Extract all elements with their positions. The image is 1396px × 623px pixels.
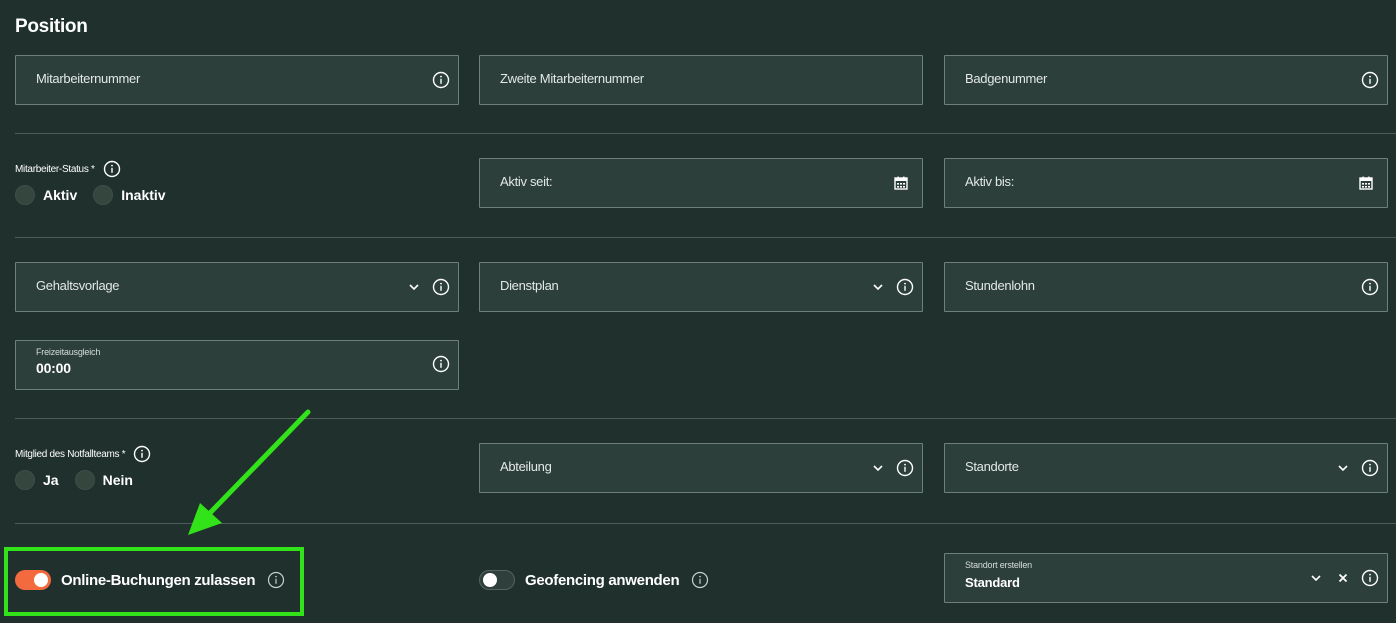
info-icon[interactable] — [1361, 459, 1379, 477]
stundenlohn-label: Stundenlohn — [965, 278, 1035, 293]
standort-erstellen-label: Standort erstellen — [965, 560, 1032, 570]
chevron-down-icon[interactable] — [1307, 569, 1325, 587]
notfallteam-label: Mitglied des Notfallteams * — [15, 445, 151, 463]
calendar-icon[interactable] — [1357, 174, 1375, 192]
notfallteam-radio-group: Ja Nein — [15, 470, 141, 490]
radio-ja-label: Ja — [43, 472, 59, 488]
info-icon[interactable] — [432, 71, 450, 89]
gehaltsvorlage-label: Gehaltsvorlage — [36, 278, 120, 293]
info-icon[interactable] — [432, 355, 450, 373]
info-icon[interactable] — [133, 445, 151, 463]
freizeitausgleich-field[interactable]: Freizeitausgleich 00:00 — [15, 340, 459, 390]
info-icon[interactable] — [1361, 569, 1379, 587]
info-icon[interactable] — [1361, 71, 1379, 89]
radio-ja[interactable] — [15, 470, 35, 490]
zweite-mitarbeiternummer-label: Zweite Mitarbeiternummer — [500, 71, 644, 86]
radio-aktiv[interactable] — [15, 185, 35, 205]
radio-inaktiv[interactable] — [93, 185, 114, 205]
abteilung-label: Abteilung — [500, 459, 552, 474]
chevron-down-icon[interactable] — [869, 459, 887, 477]
divider — [15, 133, 1396, 134]
abteilung-select[interactable]: Abteilung — [479, 443, 923, 493]
stundenlohn-field[interactable]: Stundenlohn — [944, 262, 1388, 312]
standort-erstellen-select[interactable]: Standort erstellen Standard — [944, 553, 1388, 603]
chevron-down-icon[interactable] — [1334, 459, 1352, 477]
geofencing-toggle[interactable] — [479, 570, 515, 590]
info-icon[interactable] — [1361, 278, 1379, 296]
divider — [15, 237, 1396, 238]
standorte-label: Standorte — [965, 459, 1019, 474]
dienstplan-select[interactable]: Dienstplan — [479, 262, 923, 312]
dienstplan-label: Dienstplan — [500, 278, 559, 293]
info-icon[interactable] — [896, 278, 914, 296]
freizeitausgleich-label: Freizeitausgleich — [36, 347, 101, 357]
aktiv-bis-label: Aktiv bis: — [965, 174, 1015, 189]
highlight-box — [4, 547, 304, 616]
info-icon[interactable] — [432, 278, 450, 296]
mitarbeiter-status-label: Mitarbeiter-Status * — [15, 160, 121, 178]
gehaltsvorlage-select[interactable]: Gehaltsvorlage — [15, 262, 459, 312]
chevron-down-icon[interactable] — [405, 278, 423, 296]
arrow-annotation — [188, 409, 311, 535]
chevron-down-icon[interactable] — [869, 278, 887, 296]
freizeitausgleich-value: 00:00 — [36, 360, 71, 376]
aktiv-bis-field[interactable]: Aktiv bis: — [944, 158, 1388, 208]
calendar-icon[interactable] — [892, 174, 910, 192]
geofencing-row: Geofencing anwenden — [479, 570, 709, 590]
geofencing-label: Geofencing anwenden — [525, 571, 680, 589]
aktiv-seit-field[interactable]: Aktiv seit: — [479, 158, 923, 208]
mitarbeiternummer-label: Mitarbeiternummer — [36, 71, 140, 86]
section-title: Position — [15, 16, 88, 37]
standort-erstellen-value: Standard — [965, 575, 1020, 590]
radio-aktiv-label: Aktiv — [43, 187, 78, 203]
zweite-mitarbeiternummer-field[interactable]: Zweite Mitarbeiternummer — [479, 55, 923, 105]
mitarbeiter-status-text: Mitarbeiter-Status * — [15, 163, 95, 175]
info-icon[interactable] — [103, 160, 121, 178]
radio-inaktiv-label: Inaktiv — [121, 187, 166, 203]
standorte-select[interactable]: Standorte — [944, 443, 1388, 493]
notfallteam-text: Mitglied des Notfallteams * — [15, 448, 126, 460]
badgenummer-label: Badgenummer — [965, 71, 1047, 86]
close-icon[interactable] — [1334, 569, 1352, 587]
badgenummer-field[interactable]: Badgenummer — [944, 55, 1388, 105]
info-icon[interactable] — [691, 571, 709, 589]
radio-nein-label: Nein — [102, 472, 133, 488]
radio-nein[interactable] — [74, 470, 95, 490]
mitarbeiter-status-radio-group: Aktiv Inaktiv — [15, 185, 174, 205]
mitarbeiternummer-field[interactable]: Mitarbeiternummer — [15, 55, 459, 105]
aktiv-seit-label: Aktiv seit: — [500, 174, 553, 189]
info-icon[interactable] — [896, 459, 914, 477]
